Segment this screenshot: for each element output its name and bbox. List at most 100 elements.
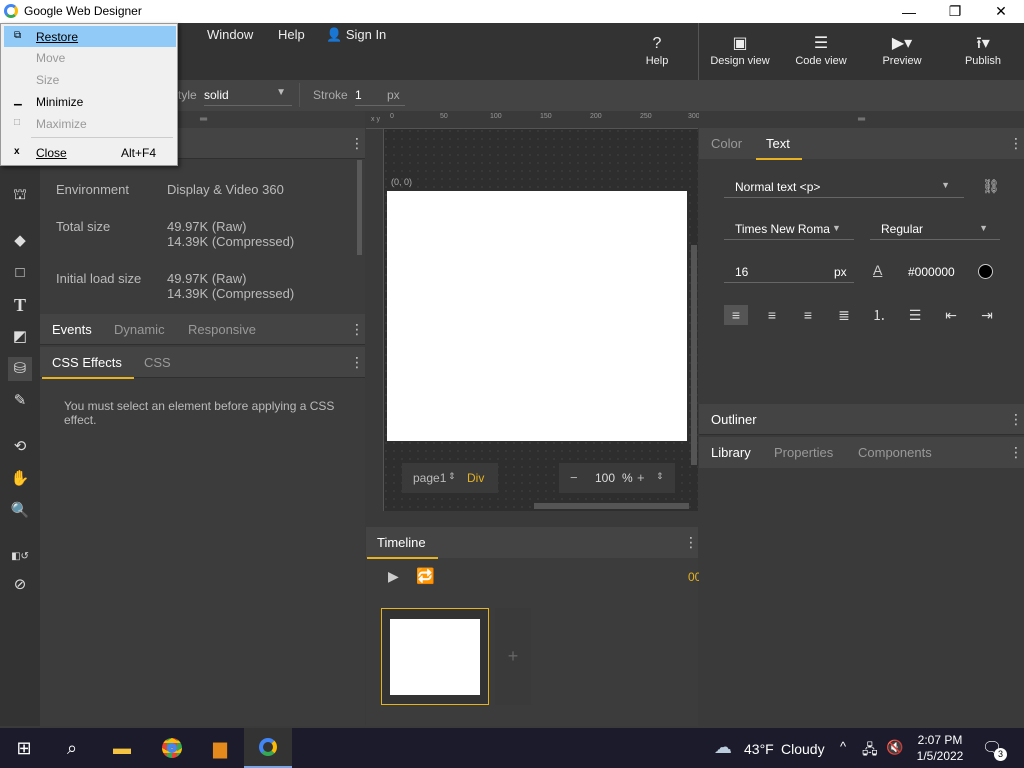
gwd-app-icon[interactable] (4, 4, 18, 18)
tab-color[interactable]: Color (711, 136, 742, 151)
close-button[interactable]: ✕ (978, 0, 1024, 23)
updown-icon[interactable]: ⇕ (656, 471, 664, 482)
menu-item-close[interactable]: x Close Alt+F4 (4, 142, 176, 163)
weather-temp[interactable]: 43°F (744, 741, 774, 757)
minimize-button[interactable]: — (886, 0, 932, 23)
tab-components[interactable]: Components (858, 445, 932, 460)
maximize-button[interactable]: ❐ (932, 0, 978, 23)
zoom-out-button[interactable]: − (570, 470, 578, 485)
element-breadcrumb[interactable]: Div (467, 471, 484, 485)
gwd-taskbar-icon[interactable] (244, 728, 292, 768)
tab-properties[interactable]: Properties (774, 445, 833, 460)
indent-icon[interactable]: ⇥ (975, 305, 999, 325)
help-button[interactable]: ? Help (617, 33, 697, 73)
play-icon[interactable]: ▶ (388, 568, 399, 585)
kebab-menu-icon[interactable]: ⋮ (684, 534, 698, 550)
stage-vertical-scrollbar[interactable] (691, 245, 697, 465)
chrome-icon[interactable] (148, 728, 196, 768)
tab-css[interactable]: CSS (144, 355, 171, 370)
swap-colors-icon[interactable]: ◧↺ (8, 545, 32, 569)
kebab-menu-icon[interactable]: ⋮ (350, 321, 364, 337)
panel-scrollbar[interactable] (357, 160, 362, 255)
tab-css-effects[interactable]: CSS Effects (42, 355, 134, 379)
kebab-menu-icon[interactable]: ⋮ (1009, 411, 1023, 427)
text-tool-icon[interactable]: T (8, 293, 32, 317)
align-center-icon[interactable]: ≡ (760, 305, 784, 325)
clock-time[interactable]: 2:07 PM (916, 733, 964, 747)
tab-dynamic[interactable]: Dynamic (114, 322, 165, 337)
font-family-dropdown[interactable]: Times New Roma ▼ (724, 218, 854, 240)
bullet-list-icon[interactable]: ☰ (903, 305, 927, 325)
kebab-menu-icon[interactable]: ⋮ (350, 135, 364, 151)
numbered-list-icon[interactable]: ⒈ (867, 305, 891, 325)
tab-timeline[interactable]: Timeline (367, 535, 438, 559)
minimize-icon: ▁ (14, 95, 22, 106)
menu-item-minimize[interactable]: ▁ Minimize (4, 91, 176, 112)
design-view-button[interactable]: ▣ Design view (700, 33, 780, 73)
tab-outliner[interactable]: Outliner (711, 412, 757, 427)
sign-in-button[interactable]: 👤 Sign In (326, 27, 386, 43)
search-icon[interactable]: ⌕ (48, 728, 96, 768)
zoom-control: − 100 % + ⇕ (559, 463, 675, 493)
windows-start-icon[interactable]: ⊞ (0, 728, 48, 768)
menu-item-restore[interactable]: ⧉ Restore (4, 26, 176, 47)
chevron-up-icon[interactable]: ^ (840, 739, 846, 754)
stroke-width-input[interactable]: 1 px (355, 86, 405, 106)
add-page-button[interactable]: + (495, 608, 531, 705)
preview-button[interactable]: ▶▾ Preview (862, 33, 942, 73)
stage-horizontal-scrollbar[interactable] (534, 503, 689, 509)
menu-window[interactable]: Window (207, 27, 253, 42)
align-right-icon[interactable]: ≡ (796, 305, 820, 325)
3d-rotate-icon[interactable]: ⟲ (8, 435, 32, 459)
chevron-down-icon: ▼ (979, 223, 988, 233)
font-weight-dropdown[interactable]: Regular ▼ (870, 218, 1000, 240)
no-fill-icon[interactable]: ⊘ (8, 573, 32, 597)
3d-object-icon[interactable]: ⛫ (8, 183, 32, 207)
zoom-value[interactable]: 100 (595, 471, 615, 485)
gradient-icon[interactable]: ◩ (8, 325, 32, 349)
kebab-menu-icon[interactable]: ⋮ (1009, 444, 1023, 460)
shape-icon[interactable]: □ (8, 261, 32, 285)
hand-icon[interactable]: ✋ (8, 467, 32, 491)
link-icon[interactable]: ⛓ (982, 178, 1000, 195)
document-canvas[interactable] (387, 191, 687, 441)
font-size-input[interactable]: 16 px (724, 261, 854, 283)
horizontal-ruler: x y 0 50 100 150 200 250 300 (366, 111, 700, 129)
menu-help[interactable]: Help (278, 27, 305, 42)
tab-events[interactable]: Events (52, 322, 92, 337)
code-view-button[interactable]: ☰ Code view (781, 33, 861, 73)
code-lines-icon: ☰ (813, 35, 829, 52)
zoom-icon[interactable]: 🔍 (8, 499, 32, 523)
panel-grip: ═ (200, 114, 208, 125)
fill-bucket-icon[interactable]: ⛁ (8, 357, 32, 381)
page-thumbnail[interactable] (381, 608, 489, 705)
publish-button[interactable]: ⭱▾ Publish (943, 33, 1023, 73)
align-justify-icon[interactable]: ≣ (832, 305, 856, 325)
text-style-dropdown[interactable]: Normal text <p> ▼ (724, 176, 964, 198)
clock-date[interactable]: 1/5/2022 (912, 749, 968, 763)
eyedropper-icon[interactable]: ✎ (8, 389, 32, 413)
align-left-icon[interactable]: ≡ (724, 305, 748, 325)
kebab-menu-icon[interactable]: ⋮ (350, 354, 364, 370)
weather-condition[interactable]: Cloudy (781, 741, 825, 757)
maximize-icon: □ (14, 117, 21, 128)
ruler-tick: 150 (540, 113, 552, 120)
page-selector[interactable]: page1 ⇕ Div (402, 463, 498, 493)
style-dropdown[interactable]: solid ▼ (204, 86, 292, 106)
color-text-header: Color Text ⋮ (699, 128, 1024, 160)
menu-item-maximize: □ Maximize (14, 117, 87, 131)
media-app-icon[interactable]: ▆ (196, 728, 244, 768)
tab-responsive[interactable]: Responsive (188, 322, 256, 337)
volume-muted-icon[interactable]: 🔇 (886, 739, 903, 756)
tab-library[interactable]: Library (711, 445, 751, 460)
text-color-value[interactable]: #000000 (908, 265, 955, 279)
kebab-menu-icon[interactable]: ⋮ (1009, 135, 1023, 151)
zoom-in-button[interactable]: + (637, 470, 645, 485)
tag-icon[interactable]: ◆ (8, 229, 32, 253)
color-swatch[interactable] (978, 264, 993, 279)
network-icon[interactable]: 🖧 (862, 739, 878, 763)
file-explorer-icon[interactable]: ▬ (98, 728, 146, 768)
loop-icon[interactable]: 🔁 (416, 567, 435, 585)
outdent-icon[interactable]: ⇤ (939, 305, 963, 325)
tab-text[interactable]: Text (756, 136, 802, 160)
